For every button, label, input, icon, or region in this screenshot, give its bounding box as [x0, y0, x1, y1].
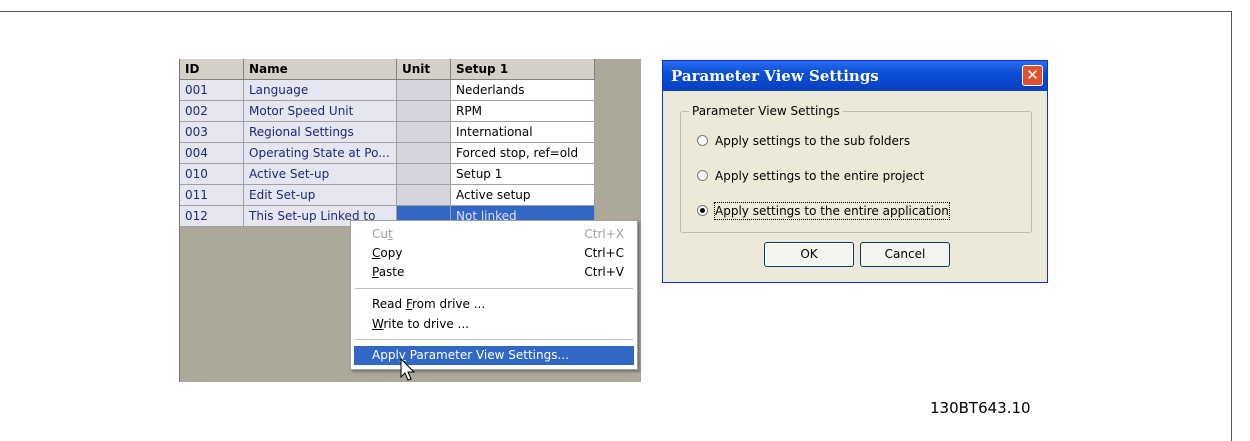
menu-item-label: Cut	[372, 227, 393, 241]
mouse-cursor-icon	[400, 358, 416, 381]
radio-button-icon[interactable]	[697, 135, 708, 146]
cell-value[interactable]: Setup 1	[450, 163, 595, 185]
cell-id[interactable]: 003	[180, 121, 244, 143]
cell-name[interactable]: Language	[243, 79, 397, 101]
table-row[interactable]: 002 Motor Speed Unit RPM	[180, 100, 595, 122]
parameter-view-settings-dialog: Parameter View Settings ✕ Parameter View…	[662, 60, 1048, 283]
group-box-label: Parameter View Settings	[689, 104, 843, 118]
column-header-unit[interactable]: Unit	[396, 59, 451, 80]
menu-shortcut: Ctrl+C	[584, 246, 624, 260]
cell-value[interactable]: Active setup	[450, 184, 595, 206]
menu-item-label: Write to drive ...	[372, 317, 469, 331]
cell-name[interactable]: Regional Settings	[243, 121, 397, 143]
close-icon: ✕	[1026, 66, 1039, 84]
cell-id[interactable]: 012	[180, 205, 244, 227]
radio-label[interactable]: Apply settings to the sub folders	[715, 133, 910, 149]
cell-id[interactable]: 004	[180, 142, 244, 164]
menu-item-write-to-drive[interactable]: Write to drive ...	[354, 315, 634, 334]
menu-item-label: Read From drive ...	[372, 297, 486, 311]
menu-item-label: Paste	[372, 265, 405, 279]
cell-unit[interactable]	[396, 142, 451, 164]
cell-id[interactable]: 011	[180, 184, 244, 206]
radio-button-selected-icon[interactable]	[697, 205, 708, 216]
column-header-setup1[interactable]: Setup 1	[450, 59, 595, 80]
menu-item-copy[interactable]: Copy Ctrl+C	[354, 244, 634, 263]
figure-id: 130BT643.10	[930, 399, 1031, 417]
cell-name[interactable]: Motor Speed Unit	[243, 100, 397, 122]
cell-name[interactable]: Active Set-up	[243, 163, 397, 185]
cell-value[interactable]: Forced stop, ref=old	[450, 142, 595, 164]
menu-item-paste[interactable]: Paste Ctrl+V	[354, 263, 634, 282]
dialog-title: Parameter View Settings	[671, 67, 879, 85]
cell-unit[interactable]	[396, 79, 451, 101]
radio-button-icon[interactable]	[697, 170, 708, 181]
radio-label[interactable]: Apply settings to the entire application	[714, 202, 950, 220]
cell-unit[interactable]	[396, 100, 451, 122]
menu-shortcut: Ctrl+V	[584, 265, 624, 279]
table-row[interactable]: 010 Active Set-up Setup 1	[180, 163, 595, 185]
cell-unit[interactable]	[396, 184, 451, 206]
cell-name[interactable]: Operating State at Po...	[243, 142, 397, 164]
cell-unit[interactable]	[396, 163, 451, 185]
close-button[interactable]: ✕	[1022, 65, 1043, 86]
parameter-table: ID Name Unit Setup 1 001 Language Nederl…	[180, 59, 595, 227]
cell-id[interactable]: 002	[180, 100, 244, 122]
menu-item-apply-parameter-view-settings[interactable]: Apply Parameter View Settings...	[354, 346, 634, 365]
radio-label[interactable]: Apply settings to the entire project	[715, 168, 924, 184]
menu-separator	[355, 339, 633, 340]
cell-value[interactable]: International	[450, 121, 595, 143]
cell-id[interactable]: 010	[180, 163, 244, 185]
menu-item-cut[interactable]: Cut Ctrl+X	[354, 225, 634, 244]
menu-item-read-from-drive[interactable]: Read From drive ...	[354, 295, 634, 314]
cancel-button[interactable]: Cancel	[860, 242, 950, 267]
menu-shortcut: Ctrl+X	[584, 227, 624, 241]
table-row[interactable]: 003 Regional Settings International	[180, 121, 595, 143]
cell-value[interactable]: Nederlands	[450, 79, 595, 101]
cell-id[interactable]: 001	[180, 79, 244, 101]
column-header-id[interactable]: ID	[180, 59, 244, 80]
dialog-title-bar[interactable]: Parameter View Settings ✕	[663, 61, 1047, 91]
ok-button[interactable]: OK	[764, 242, 854, 267]
table-row[interactable]: 004 Operating State at Po... Forced stop…	[180, 142, 595, 164]
menu-item-label: Copy	[372, 246, 403, 260]
cell-value[interactable]: RPM	[450, 100, 595, 122]
menu-separator	[355, 288, 633, 289]
column-header-name[interactable]: Name	[243, 59, 397, 80]
table-row[interactable]: 001 Language Nederlands	[180, 79, 595, 101]
table-header-row: ID Name Unit Setup 1	[180, 59, 595, 80]
cell-name[interactable]: Edit Set-up	[243, 184, 397, 206]
context-menu: Cut Ctrl+X Copy Ctrl+C Paste Ctrl+V Read…	[350, 220, 638, 370]
table-row[interactable]: 011 Edit Set-up Active setup	[180, 184, 595, 206]
cell-unit[interactable]	[396, 121, 451, 143]
